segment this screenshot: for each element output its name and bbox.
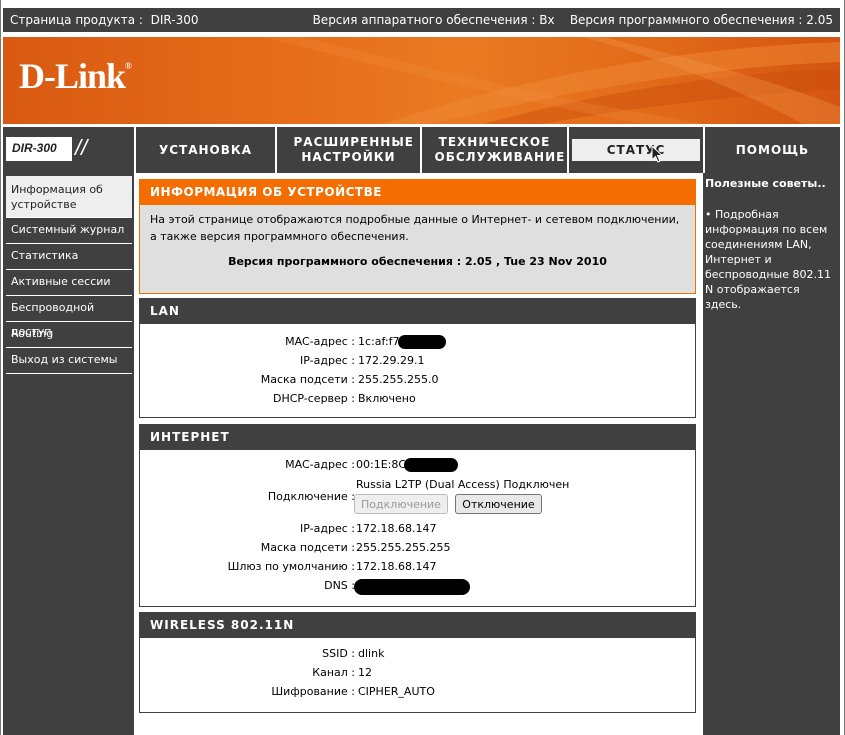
sidebar-item-device-info[interactable]: Информация об устройстве	[6, 176, 132, 218]
lan-mac-value: 1c:af:f7	[358, 335, 446, 349]
internet-mask-label: Маска подсети :	[260, 541, 355, 554]
redaction-mark	[404, 458, 459, 472]
version-info: Версия аппаратного обеспечения : Bx Верс…	[313, 13, 833, 27]
internet-body: MAC-адрес : 00:1E:8C Подключение : Russi…	[139, 450, 696, 607]
wireless-enc-value: CIPHER_AUTO	[358, 685, 435, 698]
wireless-channel-label: Канал :	[312, 666, 355, 679]
wireless-enc-label: Шифрование :	[271, 685, 355, 698]
internet-gateway-value: 172.18.68.147	[356, 560, 437, 573]
help-panel: Полезные советы.. • Подробная информация…	[703, 173, 840, 735]
device-info-title: ИНФОРМАЦИЯ ОБ УСТРОЙСТВЕ	[139, 179, 696, 205]
slashes-decoration: //	[75, 135, 88, 160]
internet-ip-value: 172.18.68.147	[356, 522, 437, 535]
disconnect-button[interactable]: Отключение	[455, 494, 542, 514]
tab-maintenance[interactable]: ТЕХНИЧЕСКОЕ ОБСЛУЖИВАНИЕ	[420, 127, 567, 173]
connect-button[interactable]: Подключение	[354, 494, 448, 514]
sidebar-item-wireless[interactable]: Беспроводной доступ	[6, 296, 132, 338]
model-label: DIR-300	[12, 141, 57, 155]
main-nav: DIR-300 // УСТАНОВКА РАСШИРЕННЫЕ НАСТРОЙ…	[3, 127, 840, 173]
internet-dns-label: DNS :	[324, 579, 355, 592]
product-label: Страница продукта :	[10, 13, 143, 27]
lan-ip-label: IP-адрес :	[300, 354, 355, 367]
sidebar-item-sessions[interactable]: Активные сессии	[6, 270, 132, 296]
lan-ip-value: 172.29.29.1	[358, 354, 425, 367]
main-content: ИНФОРМАЦИЯ ОБ УСТРОЙСТВЕ На этой страниц…	[134, 173, 703, 735]
wireless-body: SSID : dlink Канал : 12 Шифрование : CIP…	[139, 638, 696, 713]
product-value: DIR-300	[150, 13, 199, 27]
mouse-cursor-icon	[651, 145, 663, 163]
lan-mac-label: MAC-адрес :	[285, 335, 355, 348]
internet-mask-value: 255.255.255.255	[356, 541, 451, 554]
sidebar-item-syslog[interactable]: Системный журнал	[6, 218, 132, 244]
lan-dhcp-value: Включено	[358, 392, 416, 405]
lan-body: MAC-адрес : 1c:af:f7 IP-адрес : 172.29.2…	[139, 324, 696, 418]
sidebar-item-logout[interactable]: Выход из системы	[6, 348, 132, 374]
wireless-section: WIRELESS 802.11N SSID : dlink Канал : 12…	[139, 612, 696, 713]
internet-section: ИНТЕРНЕТ MAC-адрес : 00:1E:8C Подключени…	[139, 424, 696, 607]
device-info-body: На этой странице отображаются подробные …	[139, 205, 696, 294]
hardware-version: Версия аппаратного обеспечения : Bx	[312, 13, 555, 27]
lan-mask-value: 255.255.255.0	[358, 373, 439, 386]
device-info-description: На этой странице отображаются подробные …	[150, 213, 680, 243]
product-info: Страница продукта : DIR-300	[10, 13, 199, 27]
firmware-version: Версия программного обеспечения : 2.05	[569, 13, 833, 27]
internet-ip-label: IP-адрес :	[300, 522, 355, 535]
internet-title: ИНТЕРНЕТ	[139, 424, 696, 450]
device-info-section: ИНФОРМАЦИЯ ОБ УСТРОЙСТВЕ На этой страниц…	[139, 179, 696, 294]
internet-mac-value: 00:1E:8C	[356, 458, 459, 472]
tab-advanced[interactable]: РАСШИРЕННЫЕ НАСТРОЙКИ	[275, 127, 420, 173]
model-badge: DIR-300	[6, 137, 72, 161]
lan-dhcp-label: DHCP-сервер :	[272, 392, 355, 405]
lan-title: LAN	[139, 298, 696, 324]
help-title: Полезные советы..	[705, 177, 826, 190]
sidebar: Информация об устройстве Системный журна…	[3, 173, 134, 735]
internet-conn-label: Подключение :	[267, 490, 355, 503]
internet-gateway-label: Шлюз по умолчанию :	[227, 560, 355, 573]
tab-setup[interactable]: УСТАНОВКА	[134, 127, 275, 173]
lan-section: LAN MAC-адрес : 1c:af:f7 IP-адрес : 172.…	[139, 298, 696, 418]
top-info-bar: Страница продукта : DIR-300 Версия аппар…	[3, 8, 840, 32]
tab-status[interactable]: СТАТУС	[567, 127, 703, 173]
tab-help[interactable]: ПОМОЩЬ	[703, 127, 840, 173]
brand-banner: D-Link®	[3, 37, 840, 124]
internet-conn-value: Russia L2TP (Dual Access) Подключен	[356, 478, 570, 491]
lan-mask-label: Маска подсети :	[260, 373, 355, 386]
sidebar-item-routing[interactable]: Routing	[6, 322, 132, 348]
sidebar-item-statistics[interactable]: Статистика	[6, 244, 132, 270]
wireless-title: WIRELESS 802.11N	[139, 612, 696, 638]
wireless-channel-value: 12	[358, 666, 372, 679]
internet-dns-value	[354, 579, 470, 595]
dlink-logo: D-Link®	[19, 56, 132, 96]
help-tip: • Подробная информация по всем соединени…	[705, 208, 831, 311]
wireless-ssid-label: SSID :	[322, 647, 355, 660]
redaction-mark	[354, 579, 470, 595]
redaction-mark	[397, 335, 446, 349]
firmware-version-detail: Версия программного обеспечения : 2.05 ,…	[228, 255, 607, 268]
wireless-ssid-value: dlink	[358, 647, 385, 660]
internet-mac-label: MAC-адрес :	[285, 458, 355, 471]
